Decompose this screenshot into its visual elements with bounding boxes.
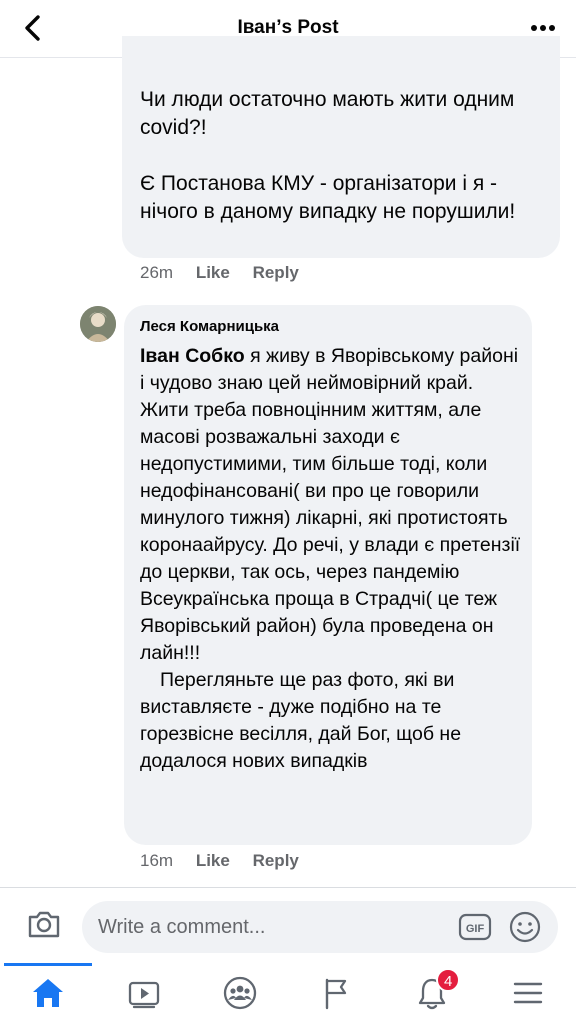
like-button[interactable]: Like	[196, 851, 230, 870]
comment-body-2: Перегляньте ще раз фото, які ви виставля…	[140, 669, 462, 772]
comment-text: Іван Собко я живу в Яворівському районі …	[140, 343, 525, 775]
nav-home[interactable]	[0, 963, 96, 1024]
camera-icon[interactable]	[26, 906, 62, 942]
emoji-icon[interactable]	[508, 910, 542, 944]
comment-paragraph: Чи люди остаточно мають жити одним covid…	[140, 88, 515, 139]
notification-badge: 4	[436, 968, 461, 992]
comment-input[interactable]: Write a comment... GIF	[82, 901, 558, 953]
avatar[interactable]	[80, 306, 116, 342]
bottom-nav: 4	[0, 963, 576, 1024]
comment-meta: 16m Like Reply	[140, 851, 317, 871]
reply-button[interactable]: Reply	[253, 263, 299, 282]
video-icon	[128, 981, 160, 1009]
nav-video[interactable]	[96, 963, 192, 1024]
groups-icon	[223, 976, 257, 1010]
comment-meta: 26m Like Reply	[140, 263, 317, 283]
comment-time: 26m	[140, 263, 174, 282]
comment-bubble: Чи люди остаточно мають жити одним covid…	[122, 36, 560, 258]
comment-time: 16m	[140, 851, 174, 870]
nav-groups[interactable]	[192, 963, 288, 1024]
active-indicator	[4, 963, 92, 966]
nav-notifications[interactable]: 4	[384, 963, 480, 1024]
gif-icon[interactable]: GIF	[458, 912, 492, 942]
home-icon	[33, 979, 63, 1007]
nav-menu[interactable]	[480, 963, 576, 1024]
comment-body: я живу в Яворівському районі і чудово зн…	[140, 345, 521, 664]
comment-text: Чи люди остаточно мають жити одним covid…	[140, 86, 550, 226]
nav-pages[interactable]	[288, 963, 384, 1024]
comment-bubble: Леся Комарницька Іван Собко я живу в Яво…	[124, 305, 532, 845]
menu-icon	[513, 982, 543, 1004]
like-button[interactable]: Like	[196, 263, 230, 282]
comment-author[interactable]: Леся Комарницька	[140, 318, 279, 335]
mention-link[interactable]: Іван Собко	[140, 345, 245, 367]
pages-flag-icon	[325, 978, 347, 1010]
reply-button[interactable]: Reply	[253, 851, 299, 870]
gif-label: GIF	[466, 923, 485, 935]
comment-paragraph: Є Постанова КМУ - організатори і я - ніч…	[140, 172, 516, 223]
comment-placeholder: Write a comment...	[98, 916, 266, 938]
